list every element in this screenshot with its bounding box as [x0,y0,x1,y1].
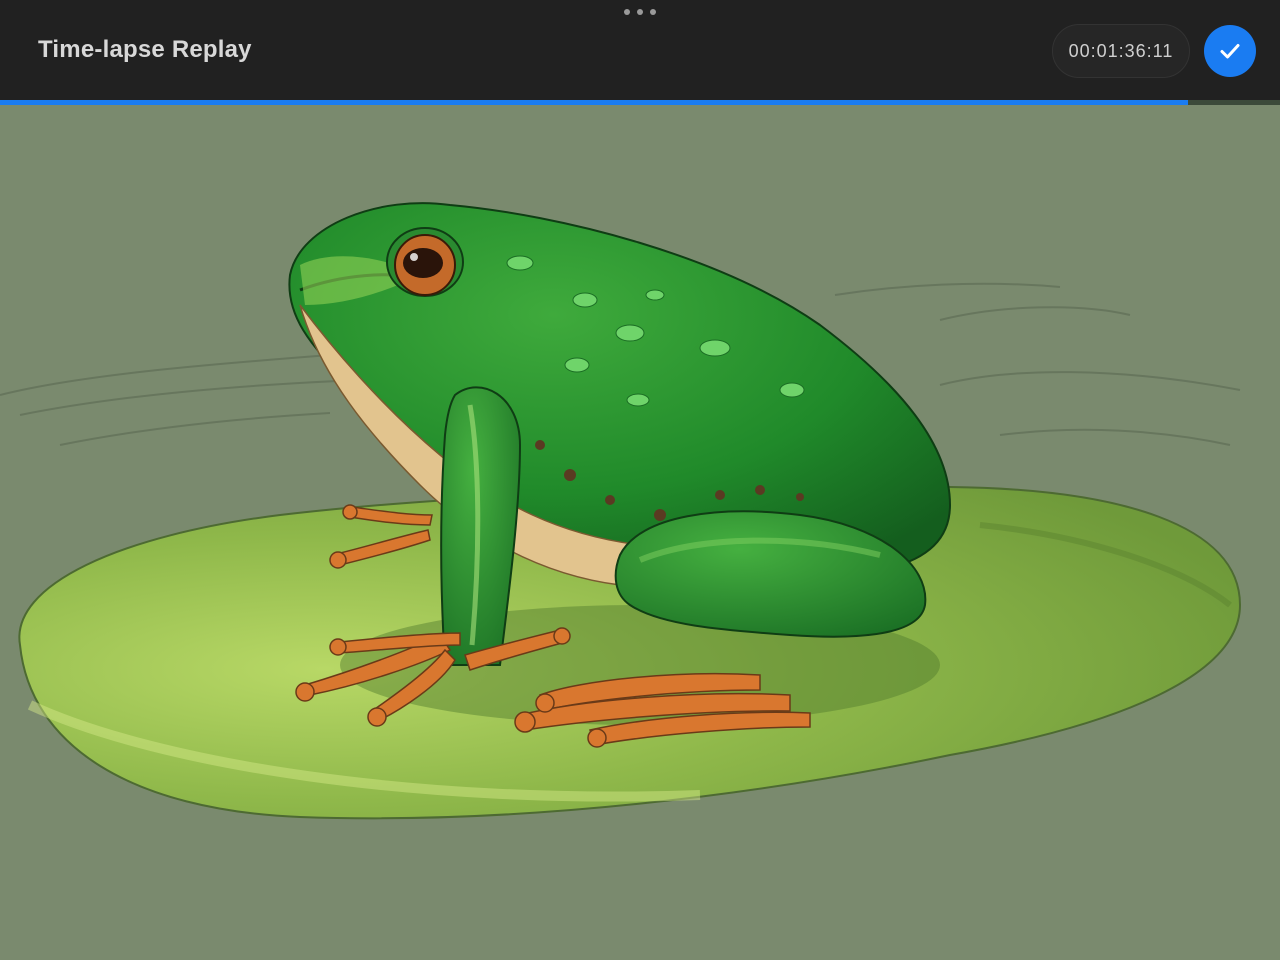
frog-eye [386,227,464,297]
checkmark-icon [1220,44,1240,59]
page-title: Time-lapse Replay [38,36,252,63]
done-button[interactable] [1204,25,1256,77]
more-dots-icon[interactable] [624,8,656,16]
artwork-canvas[interactable] [0,105,1280,960]
frog-painting [0,202,1242,820]
timecode-display: 00:01:36:11 [1052,24,1190,78]
top-bar: Time-lapse Replay 00:01:36:11 [0,0,1280,100]
